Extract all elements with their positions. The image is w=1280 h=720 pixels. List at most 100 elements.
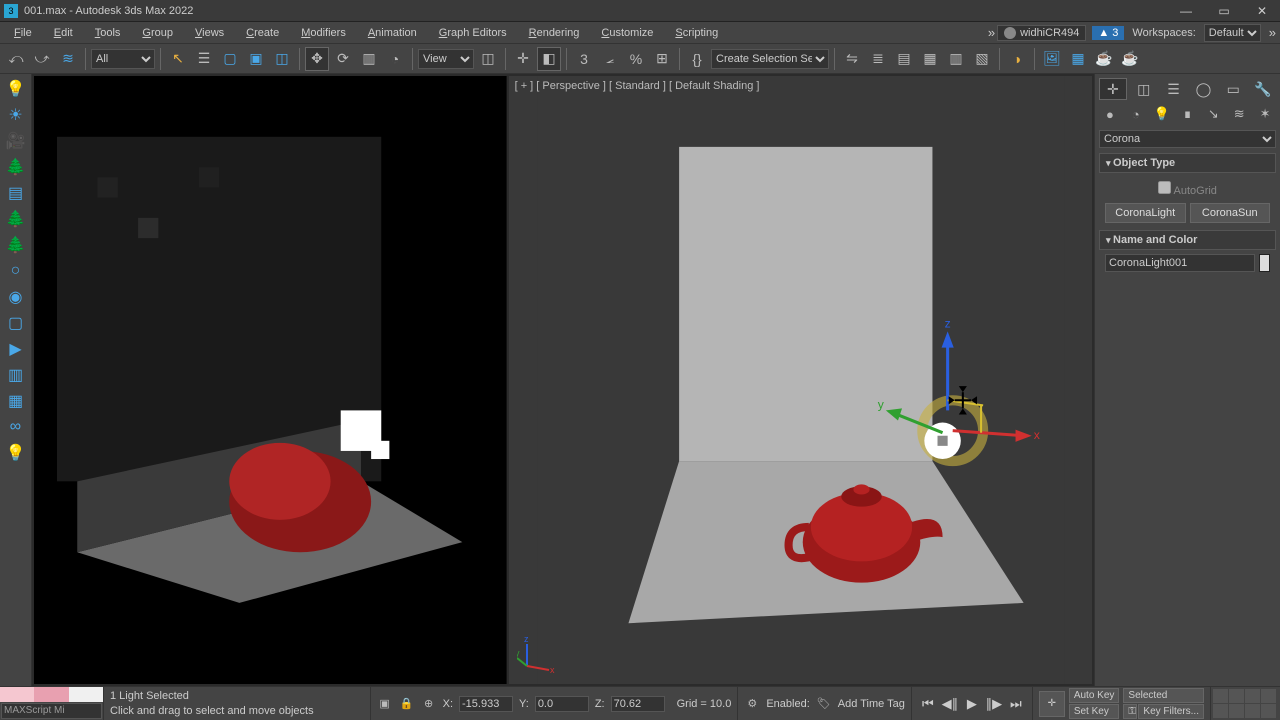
box-icon[interactable]: ▢	[5, 312, 27, 334]
maximize-button[interactable]: ▭	[1214, 4, 1234, 18]
placement-icon[interactable]: ◔	[383, 47, 407, 71]
rollout-name-color[interactable]: Name and Color	[1099, 230, 1276, 250]
snap3-icon[interactable]: 3	[572, 47, 596, 71]
lock-icon[interactable]: 🔒	[399, 696, 415, 712]
coord-mode-icon[interactable]: ⊕	[421, 696, 437, 712]
next-frame-icon[interactable]: ∥▶	[984, 694, 1004, 714]
workspace-select[interactable]: Default	[1204, 24, 1261, 42]
list-icon[interactable]: ▤	[5, 182, 27, 204]
rect-select-icon[interactable]: ▢	[218, 47, 242, 71]
coronasun-button[interactable]: CoronaSun	[1190, 203, 1271, 223]
menu-create[interactable]: Create	[236, 25, 289, 41]
zoom-icon[interactable]	[1213, 689, 1228, 703]
tab-modify-icon[interactable]: ◫	[1131, 78, 1157, 100]
tree2-icon[interactable]: 🌲	[5, 208, 27, 230]
camera-icon[interactable]: 🎥	[5, 130, 27, 152]
sphere-icon[interactable]: ◉	[5, 286, 27, 308]
menu-tools[interactable]: Tools	[85, 25, 131, 41]
refcoord-select[interactable]: View	[418, 49, 474, 69]
tab-hierarchy-icon[interactable]: ☰	[1161, 78, 1187, 100]
close-button[interactable]: ✕	[1252, 4, 1272, 18]
autokey-button[interactable]: Auto Key	[1069, 688, 1120, 703]
undo-icon[interactable]: ⤺	[4, 47, 28, 71]
menu-file[interactable]: File	[4, 25, 42, 41]
selected-filter-button[interactable]: Selected	[1123, 688, 1204, 703]
render-teapot-icon[interactable]: ☕	[1092, 47, 1116, 71]
setkey-button[interactable]: Set Key	[1069, 704, 1120, 719]
zoom-all-icon[interactable]	[1229, 689, 1244, 703]
layer-icon[interactable]: ▤	[892, 47, 916, 71]
use-pivot-icon[interactable]: ◫	[476, 47, 500, 71]
sub-cameras-icon[interactable]: ∎	[1177, 104, 1199, 124]
tab-motion-icon[interactable]: ◯	[1190, 78, 1216, 100]
viewport-label[interactable]: [ + ] [ Perspective ] [ Standard ] [ Def…	[515, 80, 760, 92]
key-mode-icon[interactable]: ✛	[1039, 691, 1065, 717]
material-swatch-strip[interactable]	[0, 687, 103, 702]
menu-overflow2-icon[interactable]: »	[1269, 25, 1276, 40]
menu-edit[interactable]: Edit	[44, 25, 83, 41]
zoom-extents-all-icon[interactable]	[1261, 689, 1276, 703]
isolate-icon[interactable]: ▣	[377, 696, 393, 712]
percent-snap-icon[interactable]: %	[624, 47, 648, 71]
goto-end-icon[interactable]: ⏭	[1006, 694, 1026, 714]
menu-animation[interactable]: Animation	[358, 25, 427, 41]
coronalight-button[interactable]: CoronaLight	[1105, 203, 1186, 223]
keyfilters-button[interactable]: Key Filters...	[1138, 704, 1204, 719]
play-icon[interactable]: ▶	[5, 338, 27, 360]
tree3-icon[interactable]: 🌲	[5, 234, 27, 256]
panel-icon[interactable]: ▥	[5, 364, 27, 386]
coord-x-input[interactable]	[459, 696, 513, 712]
bulb-off-icon[interactable]: 💡	[5, 442, 27, 464]
move-icon[interactable]: ✥	[305, 47, 329, 71]
tab-create-icon[interactable]: ✛	[1099, 78, 1127, 100]
schematic-icon[interactable]: ▧	[970, 47, 994, 71]
sub-lights-icon[interactable]: 💡	[1151, 104, 1173, 124]
menu-customize[interactable]: Customize	[591, 25, 663, 41]
link-icon[interactable]: ≋	[56, 47, 80, 71]
timetag-icon[interactable]: 🏷	[816, 696, 832, 712]
mirror-icon[interactable]: ⇋	[840, 47, 864, 71]
light-sun-icon[interactable]: ☀	[5, 104, 27, 126]
selection-filter-select[interactable]: All	[91, 49, 155, 69]
coord-z-input[interactable]	[611, 696, 665, 712]
maxscript-mini-listener[interactable]: MAXScript Mi	[1, 703, 102, 719]
render-teapot2-icon[interactable]: ☕	[1118, 47, 1142, 71]
align-icon[interactable]: ≣	[866, 47, 890, 71]
zoom-extents-icon[interactable]	[1245, 689, 1260, 703]
named-selset-select[interactable]: Create Selection Se	[711, 49, 829, 69]
orbit-icon[interactable]	[1245, 704, 1260, 718]
viewport-perspective[interactable]: [ + ] [ Perspective ] [ Standard ] [ Def…	[509, 76, 1092, 684]
menu-group[interactable]: Group	[132, 25, 183, 41]
object-color-swatch[interactable]	[1259, 254, 1270, 272]
tab-display-icon[interactable]: ▭	[1220, 78, 1246, 100]
pan-icon[interactable]	[1229, 704, 1244, 718]
object-name-input[interactable]	[1105, 254, 1255, 272]
setkey-key-icon[interactable]: ⚿	[1123, 704, 1137, 719]
notification-badge[interactable]: ▲ 3	[1092, 26, 1124, 40]
menu-grapheditors[interactable]: Graph Editors	[429, 25, 517, 41]
play-button-icon[interactable]: ▶	[962, 694, 982, 714]
minimize-button[interactable]: —	[1176, 4, 1196, 18]
menu-scripting[interactable]: Scripting	[665, 25, 728, 41]
circle-icon[interactable]: ○	[5, 260, 27, 282]
viewport-render-preview[interactable]	[34, 76, 507, 684]
coord-y-input[interactable]	[535, 696, 589, 712]
render-frame-icon[interactable]: ▦	[1066, 47, 1090, 71]
rollout-object-type[interactable]: Object Type	[1099, 153, 1276, 173]
sub-shapes-icon[interactable]: ◔	[1125, 104, 1147, 124]
renderer-category-select[interactable]: Corona	[1099, 130, 1276, 148]
sub-systems-icon[interactable]: ✶	[1254, 104, 1276, 124]
scale-icon[interactable]: ▥	[357, 47, 381, 71]
select-icon[interactable]: ↖	[166, 47, 190, 71]
spinner-snap-icon[interactable]: ⊞	[650, 47, 674, 71]
curve-editor-icon[interactable]: ▥	[944, 47, 968, 71]
redo-icon[interactable]: ⤻	[30, 47, 54, 71]
goto-start-icon[interactable]: ⏮	[918, 694, 938, 714]
maximize-viewport-icon[interactable]	[1261, 704, 1276, 718]
snap-toggle-icon[interactable]: ◧	[537, 47, 561, 71]
light-omni-icon[interactable]: 💡	[5, 78, 27, 100]
menu-overflow-icon[interactable]: »	[988, 25, 995, 40]
render-setup-icon[interactable]: 🖼	[1040, 47, 1064, 71]
paint-select-icon[interactable]: ◫	[270, 47, 294, 71]
menu-rendering[interactable]: Rendering	[519, 25, 590, 41]
